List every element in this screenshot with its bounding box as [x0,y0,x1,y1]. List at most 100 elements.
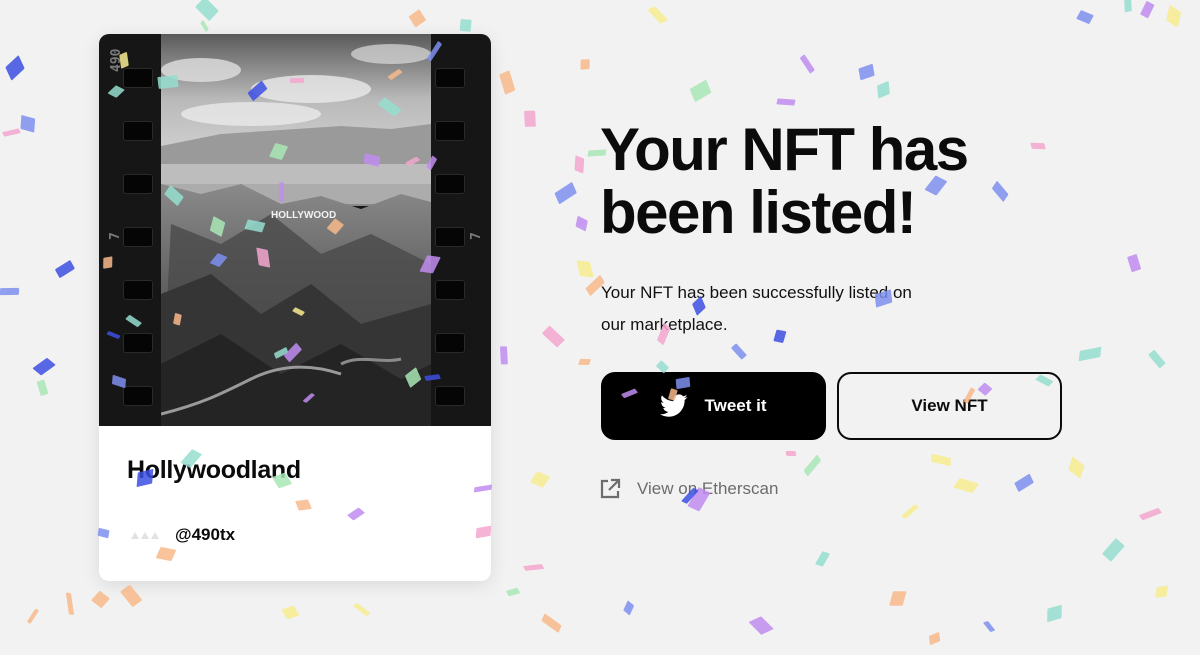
confetti-piece [351,603,371,617]
confetti-piece [1138,507,1163,521]
film-frame-marker-right: 7 [469,232,484,240]
sprocket-hole [435,174,465,194]
confetti-piece [815,551,831,567]
hollywood-sign: HOLLYWOOD [271,210,336,221]
confetti-piece [1147,349,1166,369]
confetti-piece [1076,10,1094,25]
confetti-piece [1102,538,1126,563]
external-link-icon [600,478,621,499]
confetti-piece [580,58,590,70]
confetti-piece [929,632,941,646]
confetti-piece [800,54,816,74]
confetti-piece [1139,0,1155,19]
confetti-piece [281,605,300,620]
confetti-piece [1126,254,1141,273]
confetti-piece [195,0,220,22]
confetti-piece [499,346,508,365]
sprocket-hole [435,121,465,141]
confetti-piece [1154,585,1169,598]
sprocket-hole [123,333,153,353]
confetti-piece [877,81,890,100]
confetti-piece [574,155,585,175]
confetti-piece [858,63,876,81]
confetti-piece [930,454,952,467]
confetti-piece [689,80,711,103]
confetti-piece [623,599,634,615]
confetti-piece [32,357,56,376]
hollywood-hills-photo: HOLLYWOOD [161,34,431,426]
confetti-piece [803,454,822,478]
confetti-piece [952,478,979,494]
sprocket-hole [435,386,465,406]
film-frame-marker: 7 [108,232,123,240]
creator[interactable]: @490tx [131,525,235,545]
sprocket-hole [123,68,153,88]
confetti-piece [647,5,669,24]
sprocket-hole [435,227,465,247]
confetti-piece [27,608,40,625]
tweet-button-label: Tweet it [704,396,767,415]
confetti-piece [20,115,36,133]
etherscan-link-label: View on Etherscan [637,479,779,498]
confetti-piece [575,215,589,231]
confetti-piece [119,584,143,608]
tweet-button[interactable]: Tweet it [601,372,826,440]
view-nft-button[interactable]: View NFT [837,372,1062,440]
confetti-piece [36,379,49,397]
confetti-piece [575,260,594,278]
confetti-piece [730,343,747,360]
page-title: Your NFT has been listed! [600,116,969,246]
view-on-etherscan-link[interactable]: View on Etherscan [599,478,778,500]
confetti-piece [499,70,516,95]
confetti-piece [554,181,577,204]
confetti-piece [408,8,427,28]
creator-handle[interactable]: @490tx [175,525,235,545]
confetti-piece [1079,346,1102,362]
film-strip-left: 490 7 [99,34,161,426]
confetti-piece [505,587,520,597]
confetti-piece [1123,0,1132,13]
confetti-piece [1014,474,1034,493]
nft-title: Hollywoodland [127,456,301,484]
sprocket-hole [123,280,153,300]
confetti-piece [55,259,76,279]
sprocket-hole [435,280,465,300]
confetti-piece [200,19,209,33]
sprocket-hole [123,121,153,141]
confetti-piece [776,98,797,105]
confetti-piece [888,590,906,606]
nft-image: 490 7 HOLLYWOOD 7 [99,34,491,426]
confetti-piece [5,55,25,81]
confetti-piece [1046,604,1061,623]
confetti-piece [982,620,996,633]
confetti-piece [1068,456,1085,479]
sprocket-hole [435,68,465,88]
confetti-piece [523,110,536,127]
listing-description: Your NFT has been successfully listed on… [601,283,912,334]
view-nft-button-label: View NFT [911,396,988,415]
film-number: 490 [109,48,124,72]
confetti-piece [91,590,110,608]
nft-card[interactable]: 490 7 HOLLYWOOD 7 Hollywoodland @490tx [99,34,491,581]
sprocket-hole [123,386,153,406]
confetti-piece [577,358,592,366]
confetti-piece [785,450,797,457]
confetti-piece [529,471,550,489]
confetti-piece [541,325,565,347]
confetti-piece [900,504,920,520]
confetti-piece [65,592,75,615]
sprocket-hole [435,333,465,353]
confetti-piece [1165,5,1182,29]
confetti-piece [748,616,774,636]
sprocket-hole [123,227,153,247]
confetti-piece [522,563,544,571]
creator-avatar [131,530,161,540]
film-strip-right: 7 [431,34,491,426]
confetti-piece [2,128,22,138]
sprocket-hole [123,174,153,194]
confetti-piece [541,613,562,633]
nft-card-info: Hollywoodland @490tx [99,426,491,581]
confetti-piece [459,19,473,33]
confetti-piece [0,288,19,296]
twitter-bird-icon [660,394,689,417]
